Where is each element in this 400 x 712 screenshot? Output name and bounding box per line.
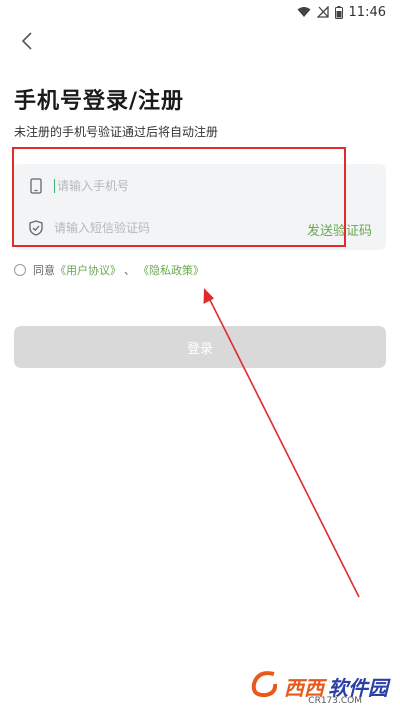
- watermark-swirl-icon: [248, 668, 280, 704]
- watermark-url: CR173.COM: [308, 696, 362, 706]
- page-subtitle: 未注册的手机号验证通过后将自动注册: [14, 125, 219, 139]
- user-agreement-link[interactable]: 《用户协议》: [55, 262, 121, 278]
- send-code-button[interactable]: 发送验证码: [307, 220, 372, 239]
- page-title: 手机号登录/注册: [14, 89, 185, 114]
- sms-code-input[interactable]: [54, 221, 254, 235]
- phone-icon: [28, 178, 44, 194]
- watermark-logo: 西西 软件园 CR173.COM: [248, 666, 388, 706]
- chevron-left-icon: [21, 32, 33, 54]
- agreement-separator: 、: [124, 264, 135, 277]
- signal-icon: [316, 6, 329, 18]
- login-form: 发送验证码: [14, 164, 386, 250]
- agreement-radio[interactable]: [14, 264, 26, 276]
- privacy-policy-link[interactable]: 《隐私政策》: [138, 262, 204, 278]
- login-button[interactable]: 登录: [14, 326, 386, 368]
- battery-icon: [334, 5, 343, 19]
- phone-input[interactable]: [54, 179, 257, 193]
- shield-icon: [28, 220, 44, 236]
- phone-field-row: [14, 166, 386, 206]
- status-bar: 11:46: [0, 0, 400, 24]
- agreement-row: 同意 《用户协议》 、 《隐私政策》: [14, 262, 204, 278]
- status-time: 11:46: [348, 4, 386, 20]
- code-field-row: 发送验证码: [14, 208, 386, 248]
- back-button[interactable]: [12, 28, 42, 58]
- wifi-icon: [297, 6, 311, 18]
- agreement-prefix: 同意: [33, 264, 55, 277]
